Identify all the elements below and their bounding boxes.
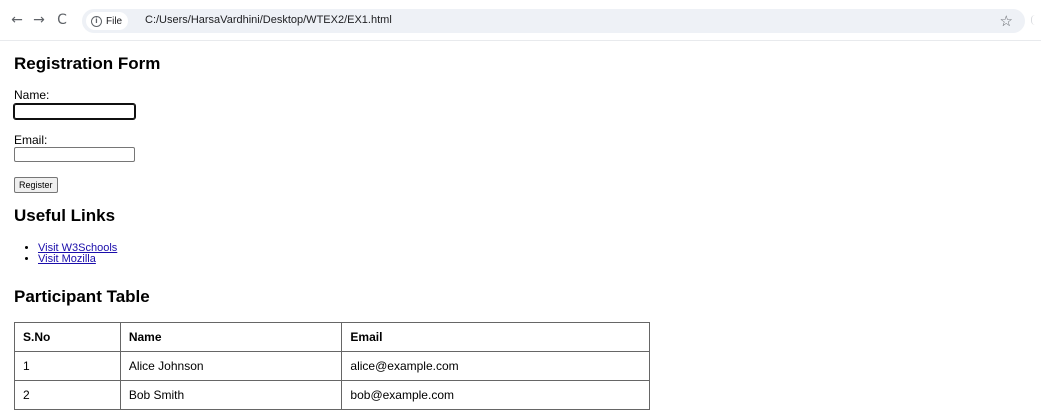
table-header-row: S.No Name Email bbox=[14, 322, 650, 352]
site-info-chip[interactable]: i File bbox=[86, 12, 129, 30]
cell-name: Alice Johnson bbox=[119, 351, 343, 381]
column-header-email: Email bbox=[341, 322, 650, 352]
mozilla-link[interactable]: Visit Mozilla bbox=[38, 253, 96, 265]
list-item: Visit Mozilla bbox=[38, 254, 117, 265]
profile-edge-icon bbox=[1031, 15, 1040, 25]
cell-sno: 1 bbox=[14, 351, 121, 381]
participant-table: S.No Name Email 1 Alice Johnson alice@ex… bbox=[14, 322, 650, 410]
reload-icon[interactable]: C bbox=[53, 11, 71, 29]
cell-sno: 2 bbox=[14, 380, 121, 410]
cell-email: bob@example.com bbox=[341, 380, 650, 410]
registration-heading: Registration Form bbox=[14, 54, 161, 73]
name-input[interactable] bbox=[13, 103, 136, 120]
browser-toolbar: ← → C i File C:/Users/HarsaVardhini/Desk… bbox=[0, 0, 1041, 41]
cell-email: alice@example.com bbox=[341, 351, 650, 381]
site-info-label: File bbox=[106, 15, 123, 27]
register-button[interactable]: Register bbox=[14, 177, 58, 193]
column-header-name: Name bbox=[119, 322, 343, 352]
email-input[interactable] bbox=[14, 147, 135, 162]
forward-arrow-icon[interactable]: → bbox=[30, 11, 48, 29]
links-list: Visit W3Schools Visit Mozilla bbox=[14, 243, 117, 265]
info-icon: i bbox=[91, 15, 102, 27]
participant-table-heading: Participant Table bbox=[14, 287, 150, 306]
table-row: 1 Alice Johnson alice@example.com bbox=[14, 351, 650, 381]
bookmark-star-icon[interactable]: ☆ bbox=[1000, 12, 1013, 30]
name-label: Name: bbox=[14, 88, 50, 102]
column-header-sno: S.No bbox=[14, 322, 121, 352]
url-text[interactable]: C:/Users/HarsaVardhini/Desktop/WTEX2/EX1… bbox=[145, 14, 392, 26]
back-arrow-icon[interactable]: ← bbox=[8, 11, 26, 29]
useful-links-heading: Useful Links bbox=[14, 206, 116, 225]
email-label: Email: bbox=[14, 133, 48, 147]
table-row: 2 Bob Smith bob@example.com bbox=[14, 380, 650, 410]
cell-name: Bob Smith bbox=[119, 380, 343, 410]
address-bar[interactable]: i File C:/Users/HarsaVardhini/Desktop/WT… bbox=[82, 9, 1025, 33]
